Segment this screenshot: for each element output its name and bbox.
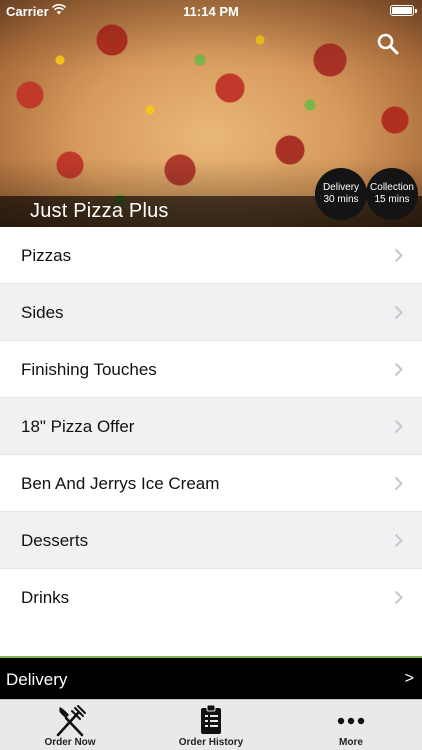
- menu-item-label: Finishing Touches: [21, 360, 157, 379]
- tab-label: More: [339, 737, 363, 748]
- tab-more[interactable]: More: [281, 700, 421, 750]
- order-mode-label: Delivery: [6, 670, 68, 689]
- delivery-badge-time: 30 mins: [323, 194, 359, 205]
- more-dots-icon: [337, 717, 365, 725]
- clipboard-icon: [201, 704, 221, 734]
- delivery-time-badge: Delivery 30 mins: [315, 168, 367, 220]
- menu-item-label: Drinks: [21, 588, 70, 607]
- tab-order-history[interactable]: Order History: [141, 700, 281, 750]
- menu-item-label: Desserts: [21, 531, 89, 550]
- menu-item-pizza-offer[interactable]: 18" Pizza Offer: [0, 398, 422, 455]
- battery-icon: [390, 5, 417, 16]
- menu-item-drinks[interactable]: Drinks: [0, 569, 422, 626]
- menu-item-desserts[interactable]: Desserts: [0, 512, 422, 569]
- chevron-right-icon: [394, 362, 403, 377]
- order-mode-bar[interactable]: Delivery >: [0, 656, 422, 699]
- collection-badge-label: Collection: [370, 182, 414, 193]
- chevron-right-icon: [394, 533, 403, 548]
- menu-item-sides[interactable]: Sides: [0, 284, 422, 341]
- chevron-right-icon: [394, 590, 403, 605]
- menu-item-label: 18" Pizza Offer: [21, 417, 135, 436]
- menu-item-label: Ben And Jerrys Ice Cream: [21, 474, 220, 493]
- delivery-badge-label: Delivery: [322, 182, 360, 193]
- menu-category-list: Pizzas Sides Finishing Touches 18" Pizza…: [0, 227, 422, 626]
- collection-time-badge: Collection 15 mins: [366, 168, 418, 220]
- chevron-right-icon: [394, 419, 403, 434]
- collection-badge-time: 15 mins: [374, 194, 410, 205]
- status-time: 11:14 PM: [183, 4, 239, 19]
- status-bar: Carrier 11:14 PM: [0, 0, 422, 22]
- tab-label: Order Now: [44, 737, 96, 748]
- menu-item-ice-cream[interactable]: Ben And Jerrys Ice Cream: [0, 455, 422, 512]
- order-mode-arrow: >: [404, 670, 414, 687]
- chevron-right-icon: [394, 476, 403, 491]
- chevron-right-icon: [394, 248, 403, 263]
- search-icon[interactable]: [376, 32, 400, 56]
- restaurant-name: Just Pizza Plus: [30, 200, 169, 222]
- tab-order-now[interactable]: Order Now: [0, 700, 140, 750]
- menu-item-pizzas[interactable]: Pizzas: [0, 227, 422, 284]
- tab-label: Order History: [178, 737, 244, 748]
- menu-item-label: Pizzas: [21, 246, 72, 265]
- menu-item-label: Sides: [21, 303, 64, 322]
- tab-bar: Order Now Order History More: [0, 699, 422, 750]
- menu-item-finishing-touches[interactable]: Finishing Touches: [0, 341, 422, 398]
- fork-knife-icon: [56, 705, 86, 737]
- chevron-right-icon: [394, 305, 403, 320]
